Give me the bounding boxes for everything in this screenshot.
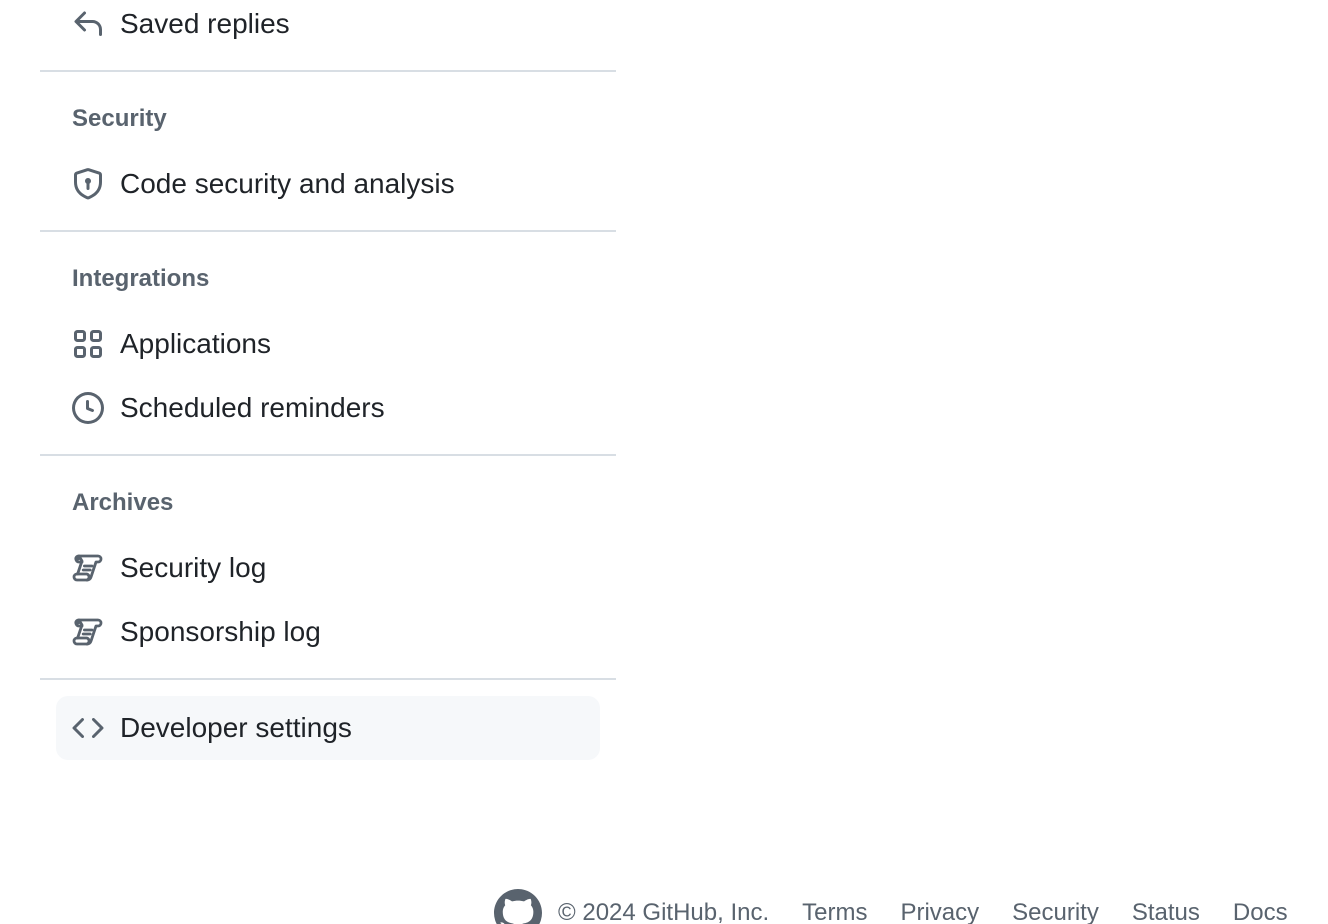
- sidebar-item-label: Security log: [120, 552, 267, 583]
- sidebar-divider: [40, 454, 616, 456]
- group-heading-archives: Archives: [72, 489, 174, 516]
- sidebar-item-label: Applications: [120, 328, 271, 359]
- settings-page: Saved replies Security Code security and…: [0, 0, 1328, 924]
- footer-link-status[interactable]: Status: [1132, 899, 1200, 924]
- apps-grid-icon: [72, 328, 104, 360]
- group-heading-integrations: Integrations: [72, 265, 210, 292]
- sidebar-item-saved-replies[interactable]: Saved replies: [56, 0, 600, 56]
- footer-link-docs[interactable]: Docs: [1233, 899, 1288, 924]
- sidebar-item-label: Developer settings: [120, 712, 352, 743]
- sidebar-item-label: Scheduled reminders: [120, 392, 385, 423]
- sidebar-item-applications[interactable]: Applications: [56, 312, 600, 376]
- code-icon: [72, 712, 104, 744]
- footer-link-privacy[interactable]: Privacy: [900, 899, 979, 924]
- footer-copyright: © 2024 GitHub, Inc.: [558, 899, 770, 924]
- clock-icon: [72, 392, 104, 424]
- sidebar-item-label: Saved replies: [120, 8, 290, 39]
- shield-lock-icon: [72, 168, 104, 200]
- sidebar-item-security-log[interactable]: Security log: [56, 536, 600, 600]
- github-mark-icon[interactable]: [494, 889, 542, 924]
- sidebar-item-label: Sponsorship log: [120, 616, 321, 647]
- footer-link-terms[interactable]: Terms: [802, 899, 867, 924]
- sidebar-divider: [40, 70, 616, 72]
- sidebar-item-label: Code security and analysis: [120, 168, 455, 199]
- sidebar-divider: [40, 678, 616, 680]
- sidebar-item-scheduled-reminders[interactable]: Scheduled reminders: [56, 376, 600, 440]
- log-scroll-icon: [72, 552, 104, 584]
- reply-icon: [72, 8, 104, 40]
- log-scroll-icon: [72, 616, 104, 648]
- sidebar-item-code-security[interactable]: Code security and analysis: [56, 152, 600, 216]
- footer-link-security[interactable]: Security: [1012, 899, 1099, 924]
- sidebar-item-sponsorship-log[interactable]: Sponsorship log: [56, 600, 600, 664]
- page-footer: © 2024 GitHub, Inc. Terms Privacy Securi…: [494, 888, 1321, 924]
- group-heading-security: Security: [72, 105, 167, 132]
- sidebar-item-developer-settings[interactable]: Developer settings: [56, 696, 600, 760]
- sidebar-divider: [40, 230, 616, 232]
